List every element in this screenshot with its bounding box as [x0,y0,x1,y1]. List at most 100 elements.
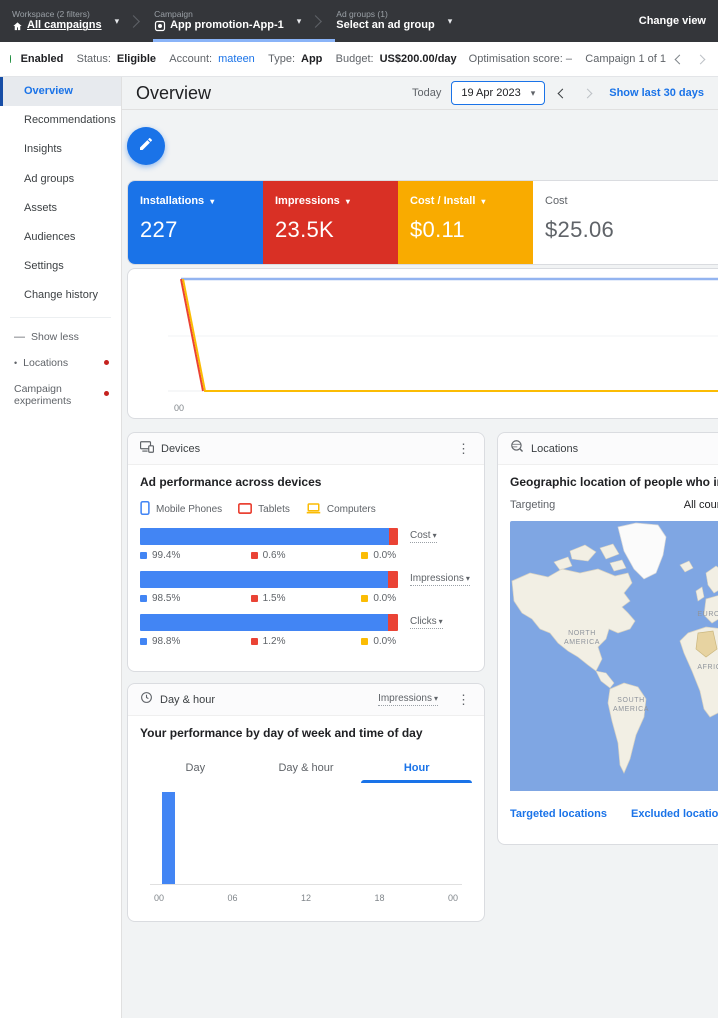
tab-day[interactable]: Day [140,754,251,783]
sidebar-item-insights[interactable]: Insights [0,135,121,164]
metric-value: 227 [140,217,178,242]
sidebar-item-audiences[interactable]: Audiences [0,223,121,252]
tablet-swatch [250,552,258,559]
next-campaign-button[interactable] [693,52,708,67]
kebab-menu-icon[interactable]: ⋮ [455,441,472,457]
locations-links: Targeted locations Excluded locations [498,796,718,832]
tablet-pct: 1.2% [262,636,286,647]
x-axis-tick: 00 [174,403,185,413]
device-bar-row-cost: Cost ▾ 99.4% 0.6% 0.0% [140,528,472,561]
sidebar-item-locations[interactable]: • Locations [0,350,121,376]
stacked-bar [140,614,398,631]
bar-segment-tablet [388,614,398,631]
devices-card-header: Devices ⋮ [128,433,484,465]
day-hour-card-title: Day & hour [160,693,216,706]
previous-campaign-button[interactable] [672,52,687,67]
metric-dropdown-cost[interactable]: Cost ▾ [410,530,437,543]
tab-hour[interactable]: Hour [361,754,472,783]
kebab-menu-icon[interactable]: ⋮ [455,692,472,708]
device-bar-row-clicks: Clicks ▾ 98.8% 1.2% 0.0% [140,614,472,647]
sidebar-divider [10,316,111,318]
mobile-swatch [140,595,147,602]
metric-tile-cost-per-install[interactable]: Cost / Install ▾ $0.11 [398,181,533,264]
home-icon [12,21,23,32]
metric-value: 23.5K [275,217,334,242]
excluded-locations-link[interactable]: Excluded locations [631,808,718,820]
targeting-label: Targeting [510,499,556,511]
show-less-button[interactable]: — Show less [0,324,121,350]
metric-tile-impressions[interactable]: Impressions ▾ 23.5K [263,181,398,264]
stacked-bar [140,571,398,588]
notification-dot [104,360,109,365]
sidebar-item-recommendations[interactable]: Recommendations [0,106,121,135]
map-label-europe: EUROPE [697,611,718,618]
edit-fab-button[interactable] [127,127,165,165]
map-label-south: SOUTH [617,697,645,704]
computer-swatch [361,638,369,645]
chevron-down-icon: ▾ [210,196,215,206]
campaign-selector[interactable]: Campaign App promotion-App-1 ▾ [154,9,301,33]
sidebar-item-settings[interactable]: Settings [0,252,121,281]
pencil-icon [138,136,154,157]
next-day-button[interactable] [580,86,595,101]
metric-dropdown-clicks[interactable]: Clicks ▾ [410,616,443,629]
ad-group-label: Ad groups (1) [336,8,388,19]
sidebar-item-overview[interactable]: Overview [0,77,121,107]
today-label: Today [412,87,442,99]
mobile-pct: 98.5% [152,593,181,604]
sidebar-item-campaign-experiments[interactable]: Campaign experiments [0,376,121,414]
map-label-america: AMERICA [564,639,600,646]
locations-subtitle: Geographic location of people who intera… [510,475,718,489]
bullet-icon: • [14,357,18,368]
previous-day-button[interactable] [555,86,570,101]
stacked-bar [140,528,398,545]
x-axis-line [150,884,462,885]
status-label: Status: [76,53,111,65]
ad-group-selector[interactable]: Ad groups (1) Select an ad group ▾ [336,9,452,33]
map-label-africa: AFRICA [697,664,718,671]
metric-tile-cost: Cost $25.06 [533,181,668,264]
show-last-30-days-link[interactable]: Show last 30 days [609,87,704,99]
campaign-sidebar-nav: Overview Recommendations Insights Ad gro… [0,77,122,1018]
legend-tablets: Tablets [238,502,290,517]
hour-00-bar [162,792,175,884]
legend-mobile-phones: Mobile Phones [140,501,222,518]
tab-day-and-hour[interactable]: Day & hour [251,754,362,783]
targeted-locations-link[interactable]: Targeted locations [510,808,607,820]
account-label: Account: [169,53,213,65]
computer-pct: 0.0% [373,593,397,604]
optimisation-score: Optimisation score: – [468,53,572,65]
devices-icon [140,440,154,458]
day-hour-subtitle: Your performance by day of week and time… [140,726,423,740]
account-link[interactable]: mateen [218,53,255,65]
active-campaign-tab-indicator [153,39,335,42]
metric-tile-installations[interactable]: Installations ▾ 227 [128,181,263,264]
trend-line-chart [168,277,718,392]
mobile-pct: 98.8% [152,636,181,647]
workspace-selector[interactable]: Workspace (2 filters) All campaigns ▾ [12,9,119,33]
sidebar-item-ad-groups[interactable]: Ad groups [0,165,121,194]
notification-dot [104,390,109,396]
bar-segment-mobile [140,528,389,545]
hour-axis-ticks: 00 06 12 18 00 [154,893,458,903]
targeting-value: All countries and territories [683,499,718,511]
globe-search-icon [510,439,524,458]
workspace-value: All campaigns [27,19,102,32]
tablet-swatch [250,638,258,645]
devices-legend: Mobile Phones Tablets Computers [140,501,472,518]
metric-dropdown-impressions[interactable]: Impressions ▾ [410,573,470,586]
change-view-button[interactable]: Change view [639,15,706,27]
bar-segment-mobile [140,614,389,631]
day-hour-metric-dropdown[interactable]: Impressions ▾ [378,693,438,706]
enabled-status-icon [10,55,11,63]
world-map[interactable]: NORTH AMERICA SOUTH AMERICA EUROPE AFRIC… [510,521,718,796]
computer-swatch [361,595,369,602]
sidebar-item-change-history[interactable]: Change history [0,281,121,310]
sidebar-item-assets[interactable]: Assets [0,194,121,223]
date-picker[interactable]: 19 Apr 2023 ▾ [451,81,546,105]
devices-card-title: Devices [161,442,201,455]
bar-segment-tablet [387,571,398,588]
overview-main-area: Overview Today 19 Apr 2023 ▾ Show last 3… [122,77,718,1018]
chevron-down-icon: ▾ [296,15,302,26]
legend-computers: Computers [306,502,376,517]
